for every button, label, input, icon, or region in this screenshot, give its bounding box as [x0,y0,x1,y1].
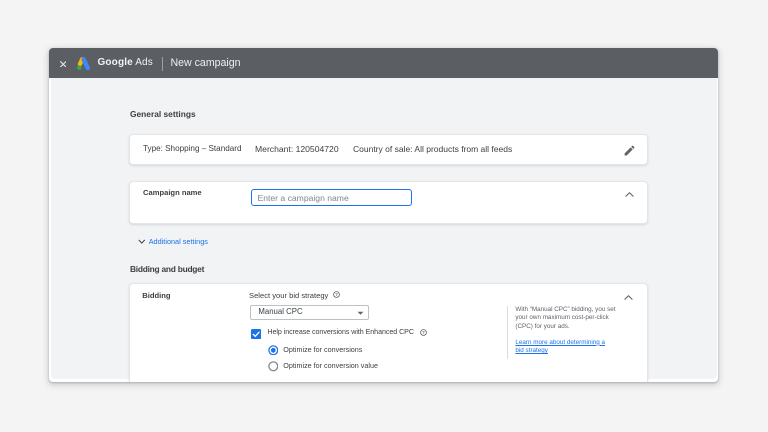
svg-text:?: ? [422,330,425,335]
svg-text:?: ? [335,292,338,297]
